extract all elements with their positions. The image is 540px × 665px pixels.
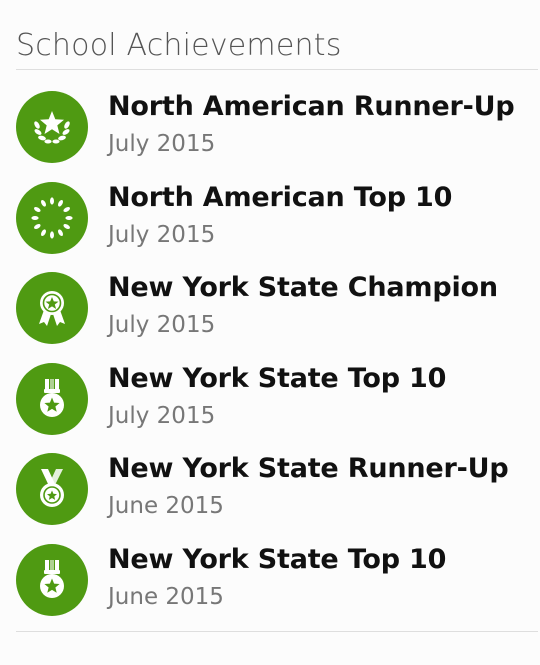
achievement-item: New York State Champion July 2015 xyxy=(16,271,536,362)
achievement-title: New York State Champion xyxy=(108,272,498,303)
achievement-date: July 2015 xyxy=(108,221,216,248)
achievement-list: North American Runner-Up July 2015 North… xyxy=(16,90,536,633)
laurel-wreath-icon xyxy=(16,181,88,254)
achievement-date: July 2015 xyxy=(108,131,216,157)
achievement-date: June 2015 xyxy=(108,583,224,610)
medal-icon xyxy=(16,453,88,525)
achievement-item: New York State Top 10 July 2015 xyxy=(16,362,536,453)
section-title: School Achievements xyxy=(16,28,342,63)
achievement-item: North American Runner-Up July 2015 xyxy=(16,90,536,181)
laurel-star-icon xyxy=(16,91,88,163)
achievement-title: New York State Runner-Up xyxy=(108,453,509,484)
bottom-divider xyxy=(16,631,538,632)
star-medal-icon xyxy=(16,543,88,616)
achievement-item: New York State Runner-Up June 2015 xyxy=(16,452,536,543)
star-medal-icon xyxy=(16,362,88,435)
achievement-title: North American Runner-Up xyxy=(108,91,515,122)
achievement-date: June 2015 xyxy=(108,493,224,519)
achievement-date: July 2015 xyxy=(108,312,216,338)
achievement-title: New York State Top 10 xyxy=(108,362,447,394)
top-divider xyxy=(16,69,538,70)
achievement-date: July 2015 xyxy=(108,402,216,429)
achievement-title: New York State Top 10 xyxy=(108,543,447,575)
achievement-title: North American Top 10 xyxy=(108,181,453,213)
rosette-ribbon-icon xyxy=(16,272,88,344)
achievement-item: North American Top 10 July 2015 xyxy=(16,181,536,272)
achievement-item: New York State Top 10 June 2015 xyxy=(16,543,536,634)
school-achievements-panel: School Achievements North American Runne… xyxy=(0,0,540,665)
